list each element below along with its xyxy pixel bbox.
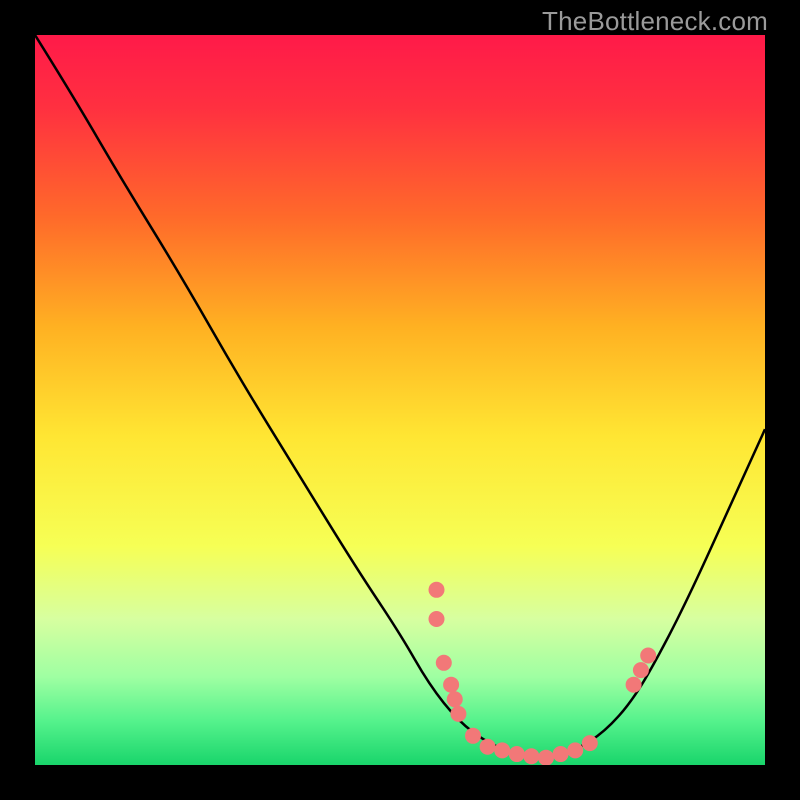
data-marker bbox=[480, 739, 496, 755]
data-marker bbox=[582, 735, 598, 751]
chart-svg bbox=[35, 35, 765, 765]
chart-frame: TheBottleneck.com bbox=[0, 0, 800, 800]
watermark-text: TheBottleneck.com bbox=[542, 6, 768, 37]
data-marker bbox=[429, 611, 445, 627]
data-marker bbox=[553, 746, 569, 762]
data-marker bbox=[523, 748, 539, 764]
data-marker bbox=[509, 746, 525, 762]
data-marker bbox=[567, 742, 583, 758]
data-marker bbox=[538, 750, 554, 765]
data-marker bbox=[447, 691, 463, 707]
data-marker bbox=[436, 655, 452, 671]
data-marker bbox=[640, 648, 656, 664]
data-marker bbox=[494, 742, 510, 758]
data-marker bbox=[429, 582, 445, 598]
plot-area bbox=[35, 35, 765, 765]
data-marker bbox=[450, 706, 466, 722]
data-marker bbox=[626, 677, 642, 693]
data-marker bbox=[465, 728, 481, 744]
data-marker bbox=[443, 677, 459, 693]
data-marker bbox=[633, 662, 649, 678]
